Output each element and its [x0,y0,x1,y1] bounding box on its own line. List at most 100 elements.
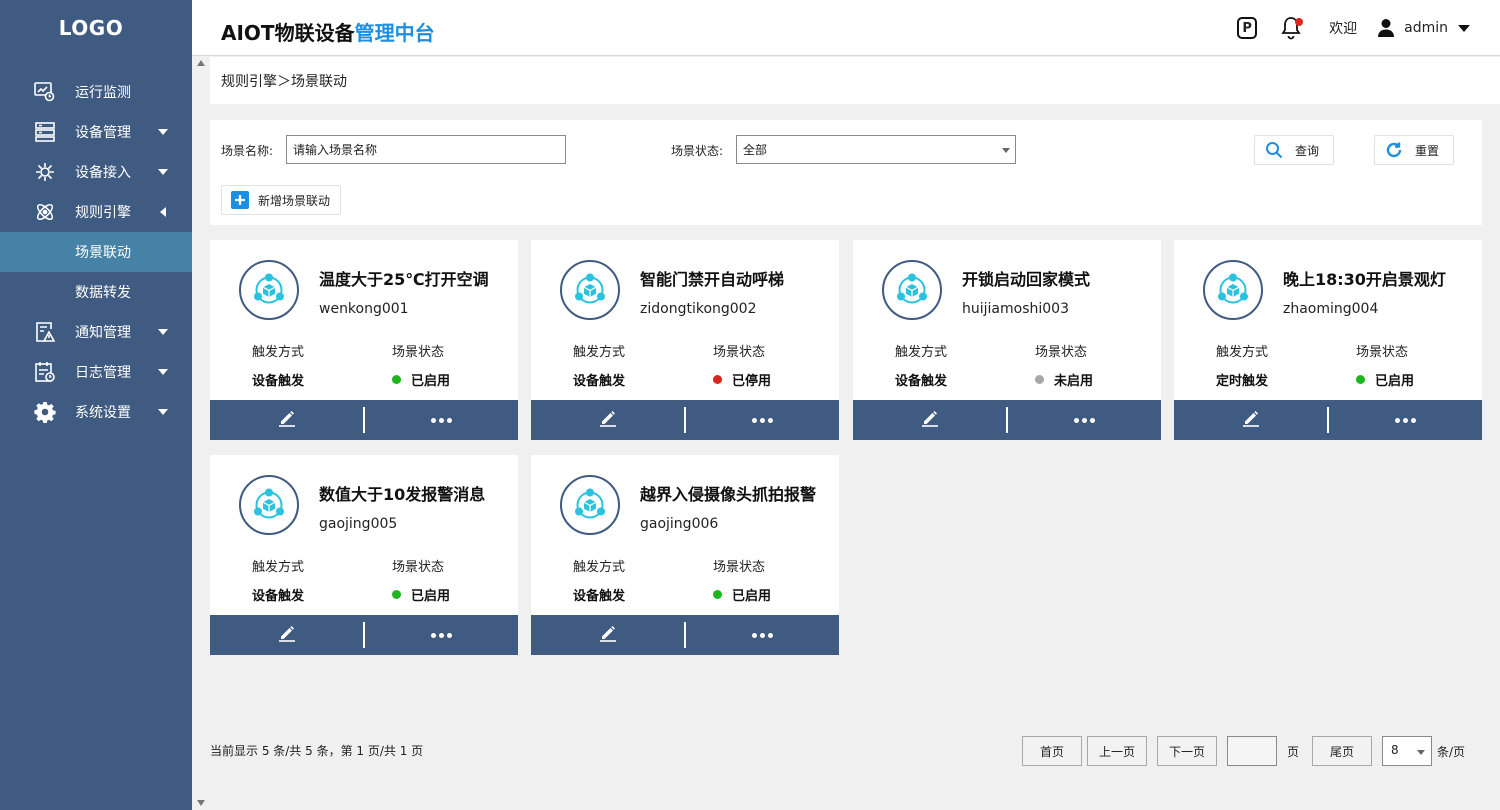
scene-card[interactable]: 越界入侵摄像头抓拍报警 gaojing006 触发方式 场景状态 设备触发 已启… [531,455,839,655]
atom-icon [34,201,56,223]
notice-icon [34,321,56,343]
edit-pencil-icon [599,624,617,646]
card-actions [531,400,839,440]
scroll-up-arrow-icon[interactable] [197,60,205,66]
next-page-button[interactable]: 下一页 [1157,736,1217,766]
scene-code: wenkong001 [319,301,409,317]
status-badge: 已停用 [713,370,771,389]
scene-cube-icon [239,475,299,535]
vertical-scrollbar[interactable] [192,56,210,810]
page-number-input[interactable] [1227,736,1277,766]
trigger-label: 触发方式 [1216,345,1269,360]
more-dots-icon [1394,417,1418,423]
scene-cube-icon [239,260,299,320]
status-dot [392,375,401,384]
notification-dot [1295,18,1304,26]
sidebar-item-log-mgmt[interactable]: 日志管理 [0,352,192,392]
status-dot [1356,375,1365,384]
scene-card[interactable]: 数值大于10发报警消息 gaojing005 触发方式 场景状态 设备触发 已启… [210,455,518,655]
more-dots-icon [430,632,454,638]
trigger-label: 触发方式 [895,345,948,360]
trigger-value: 设备触发 [573,374,626,389]
scene-title: 越界入侵摄像头抓拍报警 [640,485,817,504]
card-actions [1174,400,1482,440]
sidebar-item-label: 数据转发 [75,285,131,301]
trigger-value: 设备触发 [573,589,626,604]
chevron-down-icon[interactable] [1458,24,1470,32]
more-button[interactable] [1008,400,1161,440]
sidebar-item-notify-mgmt[interactable]: 通知管理 [0,312,192,352]
trigger-value: 设备触发 [252,589,305,604]
edit-pencil-icon [921,409,939,431]
card-actions [210,400,518,440]
scene-card[interactable]: 温度大于25℃打开空调 wenkong001 触发方式 场景状态 设备触发 已启… [210,240,518,440]
sidebar-subitem-scene-linkage[interactable]: 场景联动 [0,232,192,272]
scene-cube-icon [560,475,620,535]
edit-pencil-icon [278,624,296,646]
status-badge: 未启用 [1035,370,1093,389]
trigger-label: 触发方式 [573,560,626,575]
trigger-label: 触发方式 [252,345,305,360]
calendar-log-icon [34,361,56,383]
chevron-down-icon [158,169,168,175]
sidebar-item-rule-engine[interactable]: 规则引擎 [0,192,192,232]
more-dots-icon [430,417,454,423]
scene-card[interactable]: 智能门禁开自动呼梯 zidongtikong002 触发方式 场景状态 设备触发… [531,240,839,440]
trigger-label: 触发方式 [252,560,305,575]
sidebar-item-monitor[interactable]: 运行监测 [0,72,192,112]
scene-card[interactable]: 晚上18:30开启景观灯 zhaoming004 触发方式 场景状态 定时触发 … [1174,240,1482,440]
bell-icon[interactable] [1281,16,1304,40]
first-page-button[interactable]: 首页 [1022,736,1082,766]
add-scene-button[interactable]: 新增场景联动 [221,185,341,215]
chevron-down-icon [1002,148,1010,153]
add-scene-label: 新增场景联动 [258,193,331,208]
status-label: 场景状态 [713,345,766,360]
more-button[interactable] [686,400,839,440]
sidebar-item-device-access[interactable]: 设备接入 [0,152,192,192]
edit-button[interactable] [853,400,1006,440]
edit-button[interactable] [531,615,684,655]
last-page-button[interactable]: 尾页 [1312,736,1372,766]
prev-page-button[interactable]: 上一页 [1087,736,1147,766]
query-button[interactable]: 查询 [1254,135,1334,165]
sidebar-item-device-mgmt[interactable]: 设备管理 [0,112,192,152]
logo: LOGO [58,16,124,40]
app-title-main: AIOT物联设备 [221,21,355,45]
sidebar-subitem-data-forward[interactable]: 数据转发 [0,272,192,312]
status-label: 场景状态 [392,560,445,575]
page-size-select[interactable]: 8 [1382,736,1432,766]
reset-button[interactable]: 重置 [1374,135,1454,165]
user-icon[interactable] [1377,18,1395,38]
sidebar-item-label: 设备接入 [75,165,131,181]
welcome-text: 欢迎 [1329,21,1358,37]
scene-status-select[interactable]: 全部 [736,135,1016,164]
status-text: 已启用 [1375,374,1415,389]
more-dots-icon [751,417,775,423]
status-dot [1035,375,1044,384]
parking-icon[interactable]: P [1237,17,1258,39]
edit-pencil-icon [1242,409,1260,431]
scene-title: 智能门禁开自动呼梯 [640,270,785,289]
scroll-down-arrow-icon[interactable] [197,800,205,806]
scene-card[interactable]: 开锁启动回家模式 huijiamoshi003 触发方式 场景状态 设备触发 未… [853,240,1161,440]
reset-label: 重置 [1415,143,1440,158]
more-button[interactable] [1329,400,1482,440]
chevron-down-icon [158,369,168,375]
sidebar-item-system-settings[interactable]: 系统设置 [0,392,192,432]
scene-cube-icon [882,260,942,320]
username[interactable]: admin [1404,20,1448,36]
edit-button[interactable] [1174,400,1327,440]
more-dots-icon [751,632,775,638]
edit-button[interactable] [210,615,363,655]
scene-name-input[interactable]: 请输入场景名称 [286,135,566,164]
edit-button[interactable] [531,400,684,440]
status-label: 场景状态 [1356,345,1409,360]
edit-button[interactable] [210,400,363,440]
more-button[interactable] [365,400,518,440]
more-button[interactable] [365,615,518,655]
top-header: AIOT物联设备管理中台 P 欢迎 admin [192,0,1500,56]
more-button[interactable] [686,615,839,655]
scene-title: 开锁启动回家模式 [962,270,1091,289]
app-title: AIOT物联设备管理中台 [221,17,435,46]
server-icon [34,121,56,143]
